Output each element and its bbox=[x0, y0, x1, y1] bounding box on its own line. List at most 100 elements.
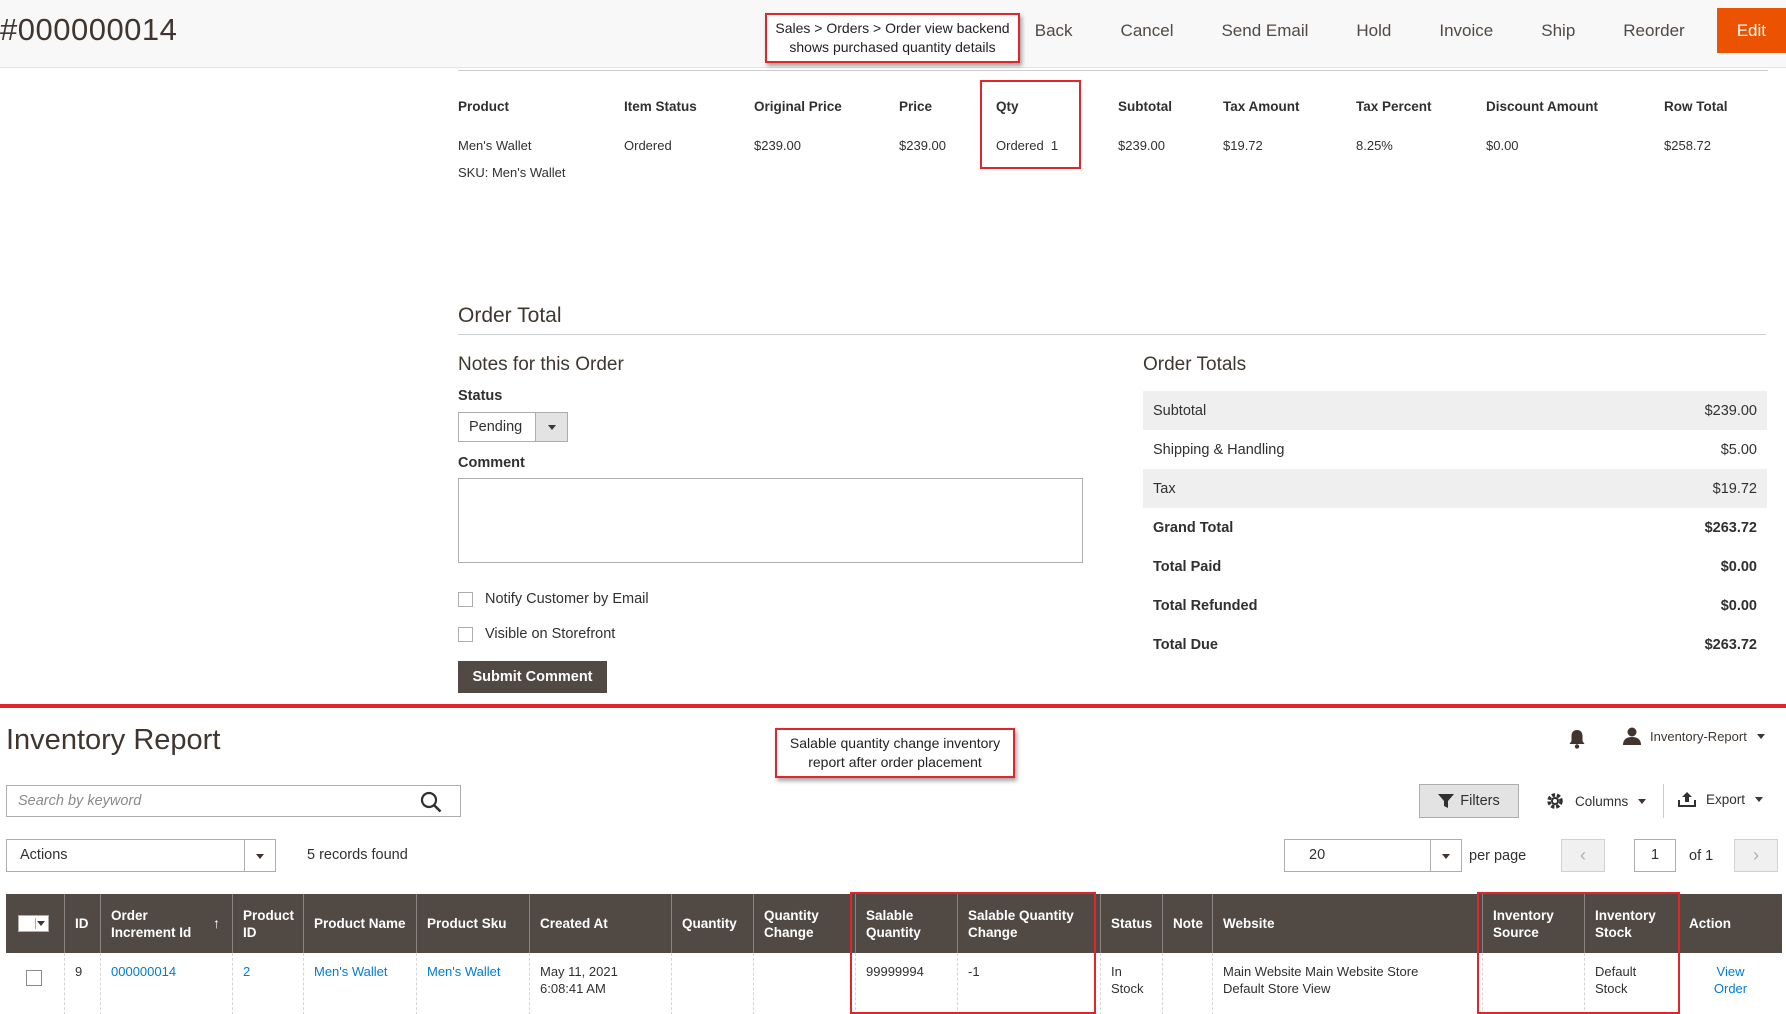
mass-actions-select[interactable]: Actions bbox=[6, 839, 276, 872]
cell-product-name: Men's Wallet bbox=[303, 953, 416, 1014]
notify-customer-checkbox[interactable] bbox=[458, 591, 473, 607]
hold-button[interactable]: Hold bbox=[1332, 21, 1415, 41]
qty-highlight-box bbox=[980, 80, 1081, 169]
inventory-report-title: Inventory Report bbox=[6, 724, 221, 756]
inventory-highlight-box bbox=[1477, 892, 1680, 1014]
col-action: Action bbox=[1678, 894, 1782, 953]
sort-ascending-icon: ↑ bbox=[213, 915, 220, 931]
item-subtotal: $239.00 bbox=[1118, 138, 1165, 153]
totals-label: Total Refunded bbox=[1153, 597, 1258, 614]
search-box[interactable] bbox=[6, 785, 461, 817]
filters-button[interactable]: Filters bbox=[1419, 784, 1519, 818]
col-order-increment-id[interactable]: Order Increment Id ↑ bbox=[100, 894, 232, 953]
col-id[interactable]: ID bbox=[64, 894, 100, 953]
totals-value: $0.00 bbox=[1720, 597, 1757, 614]
chevron-down-icon bbox=[1755, 796, 1764, 802]
salable-highlight-box bbox=[850, 892, 1096, 1014]
notify-customer-row[interactable]: Notify Customer by Email bbox=[458, 591, 649, 607]
order-total-title: Order Total bbox=[458, 304, 562, 327]
order-actions: Back Cancel Send Email Hold Invoice Ship… bbox=[1011, 8, 1786, 53]
mass-select-checkbox[interactable] bbox=[18, 915, 49, 932]
order-link[interactable]: 000000014 bbox=[111, 964, 176, 979]
status-value: Pending bbox=[469, 419, 523, 435]
chevron-left-icon: ‹ bbox=[1580, 845, 1586, 865]
col-product-name[interactable]: Product Name bbox=[303, 894, 416, 953]
visible-storefront-row[interactable]: Visible on Storefront bbox=[458, 626, 615, 642]
order-view-callout-text: Sales > Orders > Order view backend show… bbox=[775, 20, 1010, 55]
previous-page-button[interactable]: ‹ bbox=[1561, 839, 1605, 872]
search-icon[interactable] bbox=[420, 791, 442, 813]
submit-comment-button[interactable]: Submit Comment bbox=[458, 661, 607, 693]
row-checkbox[interactable] bbox=[26, 970, 42, 986]
per-page-value: 20 bbox=[1309, 847, 1326, 863]
row-select-cell bbox=[6, 953, 64, 1014]
cell-website: Main Website Main Website Store Default … bbox=[1212, 953, 1482, 1014]
item-sku: SKU: Men's Wallet bbox=[458, 165, 566, 180]
columns-control[interactable]: Columns bbox=[1545, 791, 1647, 811]
notes-title: Notes for this Order bbox=[458, 354, 624, 375]
export-icon bbox=[1678, 792, 1696, 807]
bell-icon[interactable] bbox=[1567, 728, 1587, 750]
next-page-button[interactable]: › bbox=[1734, 839, 1778, 872]
send-email-button[interactable]: Send Email bbox=[1197, 21, 1332, 41]
col-tax-amount: Tax Amount bbox=[1223, 99, 1300, 114]
status-select[interactable]: Pending bbox=[458, 412, 568, 442]
order-totals-title: Order Totals bbox=[1143, 354, 1247, 375]
col-item-status: Item Status bbox=[624, 99, 697, 114]
status-label: Status bbox=[458, 388, 503, 404]
items-ordered: Product Item Status Original Price Price… bbox=[458, 70, 1768, 180]
item-discount-amount: $0.00 bbox=[1486, 138, 1519, 153]
cell-product-id: 2 bbox=[232, 953, 303, 1014]
totals-value: $5.00 bbox=[1720, 441, 1757, 458]
col-quantity[interactable]: Quantity bbox=[671, 894, 753, 953]
screenshot-divider bbox=[0, 704, 1786, 708]
back-button[interactable]: Back bbox=[1011, 21, 1097, 41]
ship-button[interactable]: Ship bbox=[1517, 21, 1599, 41]
col-status[interactable]: Status bbox=[1100, 894, 1162, 953]
comment-textarea[interactable] bbox=[458, 478, 1083, 563]
visible-storefront-checkbox[interactable] bbox=[458, 626, 473, 642]
order-totals-table: Subtotal $239.00 Shipping & Handling $5.… bbox=[1143, 391, 1767, 664]
filter-icon bbox=[1438, 794, 1455, 808]
col-product-id[interactable]: Product ID bbox=[232, 894, 303, 953]
gear-icon bbox=[1547, 793, 1563, 809]
cell-created-at: May 11, 2021 6:08:41 AM bbox=[529, 953, 671, 1014]
mass-actions-value: Actions bbox=[20, 847, 68, 863]
totals-label: Subtotal bbox=[1153, 402, 1207, 419]
chevron-right-icon: › bbox=[1753, 845, 1759, 865]
export-control[interactable]: Export bbox=[1678, 791, 1764, 807]
totals-row-total-refunded: Total Refunded $0.00 bbox=[1143, 586, 1767, 625]
totals-label: Shipping & Handling bbox=[1153, 441, 1285, 458]
chevron-down-icon bbox=[244, 840, 275, 871]
cancel-button[interactable]: Cancel bbox=[1097, 21, 1198, 41]
per-page-select[interactable]: 20 bbox=[1284, 839, 1462, 872]
col-note[interactable]: Note bbox=[1162, 894, 1212, 953]
columns-label: Columns bbox=[1575, 793, 1629, 809]
edit-button[interactable]: Edit bbox=[1716, 8, 1786, 53]
page-number-input[interactable]: 1 bbox=[1634, 839, 1676, 872]
col-website[interactable]: Website bbox=[1212, 894, 1482, 953]
col-product-sku[interactable]: Product Sku bbox=[416, 894, 529, 953]
product-sku-link[interactable]: Men's Wallet bbox=[427, 964, 501, 979]
cell-order-increment-id: 000000014 bbox=[100, 953, 232, 1014]
section-divider bbox=[458, 334, 1766, 335]
user-menu[interactable]: Inventory-Report bbox=[1622, 727, 1765, 745]
col-subtotal: Subtotal bbox=[1118, 99, 1172, 114]
product-name-link[interactable]: Men's Wallet bbox=[314, 964, 388, 979]
product-id-link[interactable]: 2 bbox=[243, 964, 250, 979]
totals-label: Tax bbox=[1153, 480, 1176, 497]
totals-value: $0.00 bbox=[1720, 558, 1757, 575]
cell-product-sku: Men's Wallet bbox=[416, 953, 529, 1014]
search-input[interactable] bbox=[7, 786, 407, 816]
col-created-at[interactable]: Created At bbox=[529, 894, 671, 953]
col-price: Price bbox=[899, 99, 933, 114]
col-quantity-change[interactable]: Quantity Change bbox=[753, 894, 855, 953]
reorder-button[interactable]: Reorder bbox=[1599, 21, 1708, 41]
mass-select-header bbox=[6, 894, 64, 953]
totals-value: $239.00 bbox=[1704, 402, 1757, 419]
chevron-down-icon bbox=[1430, 840, 1461, 871]
view-order-link[interactable]: View Order bbox=[1714, 964, 1747, 996]
invoice-button[interactable]: Invoice bbox=[1415, 21, 1517, 41]
col-tax-percent: Tax Percent bbox=[1356, 99, 1432, 114]
totals-label: Grand Total bbox=[1153, 519, 1234, 536]
